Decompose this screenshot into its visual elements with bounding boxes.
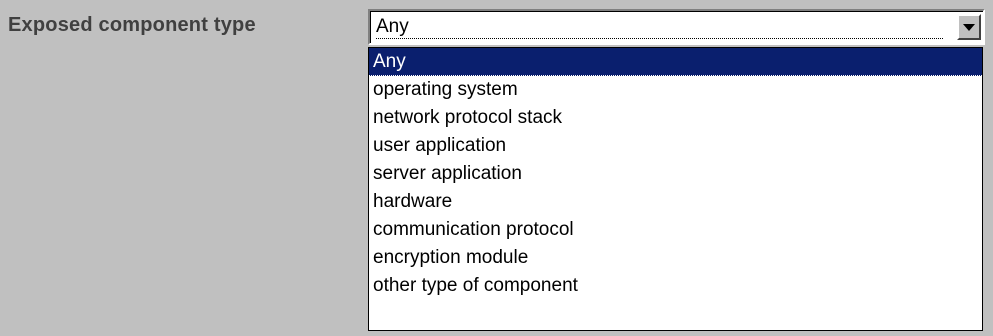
dropdown-button[interactable] bbox=[957, 14, 981, 40]
dropdown-option-network-protocol-stack[interactable]: network protocol stack bbox=[369, 104, 982, 132]
dropdown-option-other-type-of-component[interactable]: other type of component bbox=[369, 272, 982, 300]
select-current-value: Any bbox=[376, 16, 943, 39]
dropdown-option-encryption-module[interactable]: encryption module bbox=[369, 244, 982, 272]
chevron-down-icon bbox=[963, 24, 975, 31]
dropdown-list: Any operating system network protocol st… bbox=[368, 47, 983, 331]
dropdown-option-server-application[interactable]: server application bbox=[369, 160, 982, 188]
dropdown-option-hardware[interactable]: hardware bbox=[369, 188, 982, 216]
dropdown-option-communication-protocol[interactable]: communication protocol bbox=[369, 216, 982, 244]
component-type-select[interactable]: Any bbox=[368, 9, 985, 45]
dropdown-option-operating-system[interactable]: operating system bbox=[369, 76, 982, 104]
dropdown-option-any[interactable]: Any bbox=[369, 48, 982, 76]
exposed-component-type-label: Exposed component type bbox=[8, 14, 256, 36]
dropdown-option-user-application[interactable]: user application bbox=[369, 132, 982, 160]
